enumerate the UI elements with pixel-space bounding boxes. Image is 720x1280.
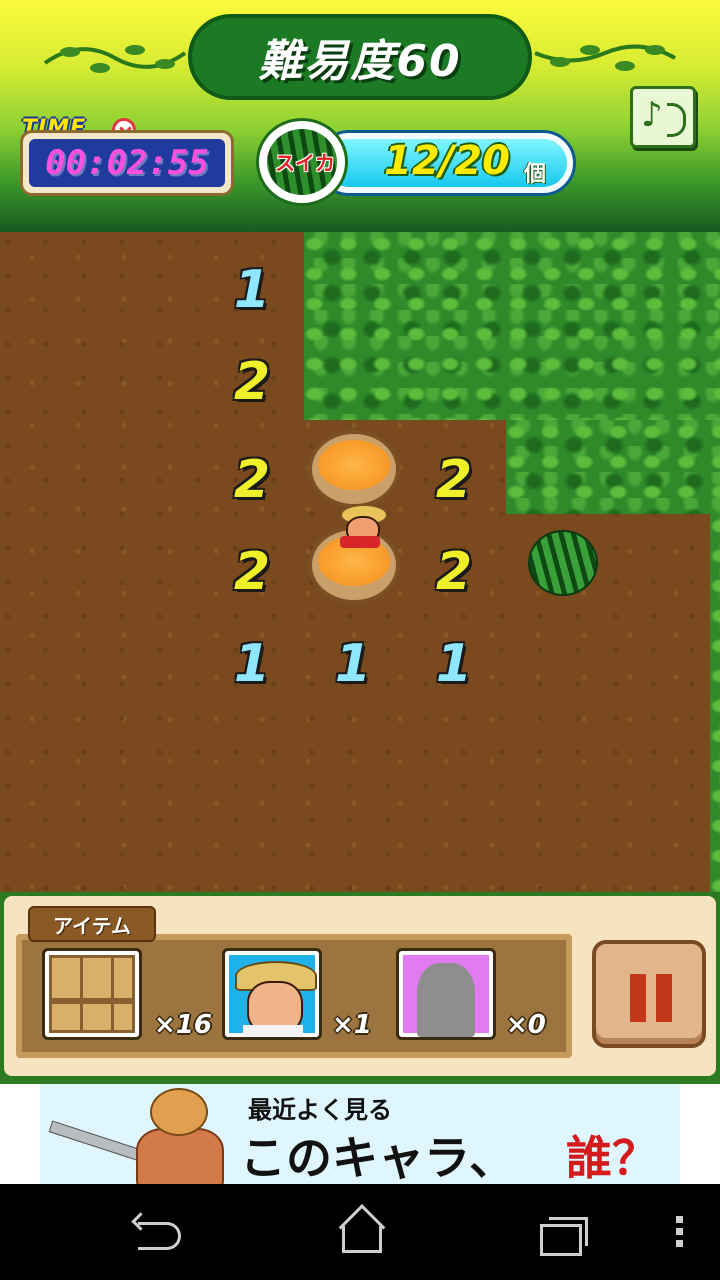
vine-decoration-left-icon xyxy=(43,45,187,73)
watermelon-badge: スイカ xyxy=(256,118,348,206)
recent-apps-icon xyxy=(540,1217,588,1256)
home-button[interactable] xyxy=(334,1210,388,1254)
watermelon-count: 12/20 xyxy=(384,138,510,184)
item-tab-label: アイテム xyxy=(53,913,131,938)
home-icon xyxy=(342,1226,382,1253)
grass-block xyxy=(506,420,720,514)
timer-value: 00:02:55 xyxy=(45,143,209,183)
field-number: 1 xyxy=(233,634,271,694)
item-slot-locked[interactable] xyxy=(396,948,496,1040)
field-number: 2 xyxy=(435,542,473,602)
field-number: 2 xyxy=(435,450,473,510)
field-number: 2 xyxy=(233,352,271,412)
field-number: 1 xyxy=(435,634,473,694)
item-count: ×1 xyxy=(332,1010,372,1040)
field-number: 2 xyxy=(233,542,271,602)
back-arrow-icon xyxy=(138,1222,181,1250)
timer-panel: 00:02:55 xyxy=(29,139,225,187)
wooden-crate-icon xyxy=(49,955,135,1033)
farmer-character-icon xyxy=(332,504,388,548)
speaker-icon xyxy=(667,103,686,137)
back-button[interactable] xyxy=(134,1210,188,1254)
item-count: ×0 xyxy=(506,1010,546,1040)
watermelon-unit: 個 xyxy=(524,162,547,187)
orange-tub-icon xyxy=(308,430,400,508)
ad-headline-small: 最近よく見る xyxy=(248,1096,392,1124)
recent-apps-button[interactable] xyxy=(534,1210,588,1256)
grass-block xyxy=(710,514,720,892)
menu-dot-icon xyxy=(676,1240,683,1247)
sound-toggle-button[interactable]: ♪ xyxy=(630,86,696,148)
watermelon-icon xyxy=(528,530,598,596)
timer-display: 00:02:55 xyxy=(20,130,234,196)
ad-banner[interactable]: 最近よく見る このキャラ、 誰？ xyxy=(40,1084,680,1184)
item-count: ×16 xyxy=(154,1010,212,1040)
item-tab: アイテム xyxy=(28,906,156,942)
barbarian-character-icon xyxy=(48,1088,230,1184)
pause-button[interactable] xyxy=(592,940,706,1048)
vine-decoration-right-icon xyxy=(534,44,676,71)
farmer-portrait-icon xyxy=(229,955,317,1037)
field-number: 2 xyxy=(233,450,271,510)
music-note-icon: ♪ xyxy=(641,95,663,135)
overflow-menu-button[interactable] xyxy=(676,1216,684,1252)
ad-headline-large: このキャラ、 xyxy=(240,1131,516,1184)
grass-block xyxy=(304,232,720,420)
difficulty-title-text: 難易度60 xyxy=(258,36,462,87)
locked-silhouette-icon xyxy=(403,955,489,1037)
watermelon-badge-label: スイカ xyxy=(275,151,335,175)
field-number: 1 xyxy=(334,634,372,694)
menu-dot-icon xyxy=(676,1228,683,1235)
watermelon-counter: 12/20 個 スイカ xyxy=(256,118,578,206)
pause-icon xyxy=(656,974,672,1022)
field-number: 1 xyxy=(233,260,271,320)
game-header: 難易度60 TIME 00:02:55 12/20 個 スイカ ♪ xyxy=(0,0,720,232)
menu-dot-icon xyxy=(676,1216,683,1223)
pause-icon xyxy=(630,974,646,1022)
item-slot-farmer[interactable] xyxy=(222,948,322,1040)
difficulty-title: 難易度60 xyxy=(188,14,532,100)
item-slot-crate[interactable] xyxy=(42,948,142,1040)
ad-headline-highlight: 誰？ xyxy=(566,1131,658,1184)
